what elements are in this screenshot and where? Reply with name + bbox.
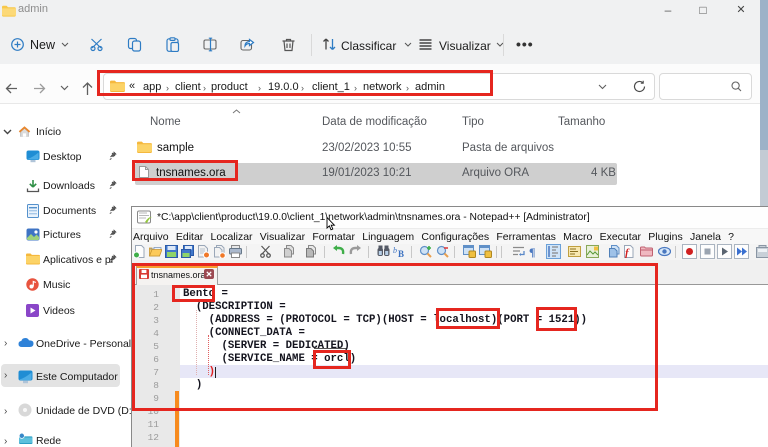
svg-text:¶: ¶ [529,245,535,258]
svg-text:B: B [398,249,404,258]
svg-text:b: b [393,246,397,255]
